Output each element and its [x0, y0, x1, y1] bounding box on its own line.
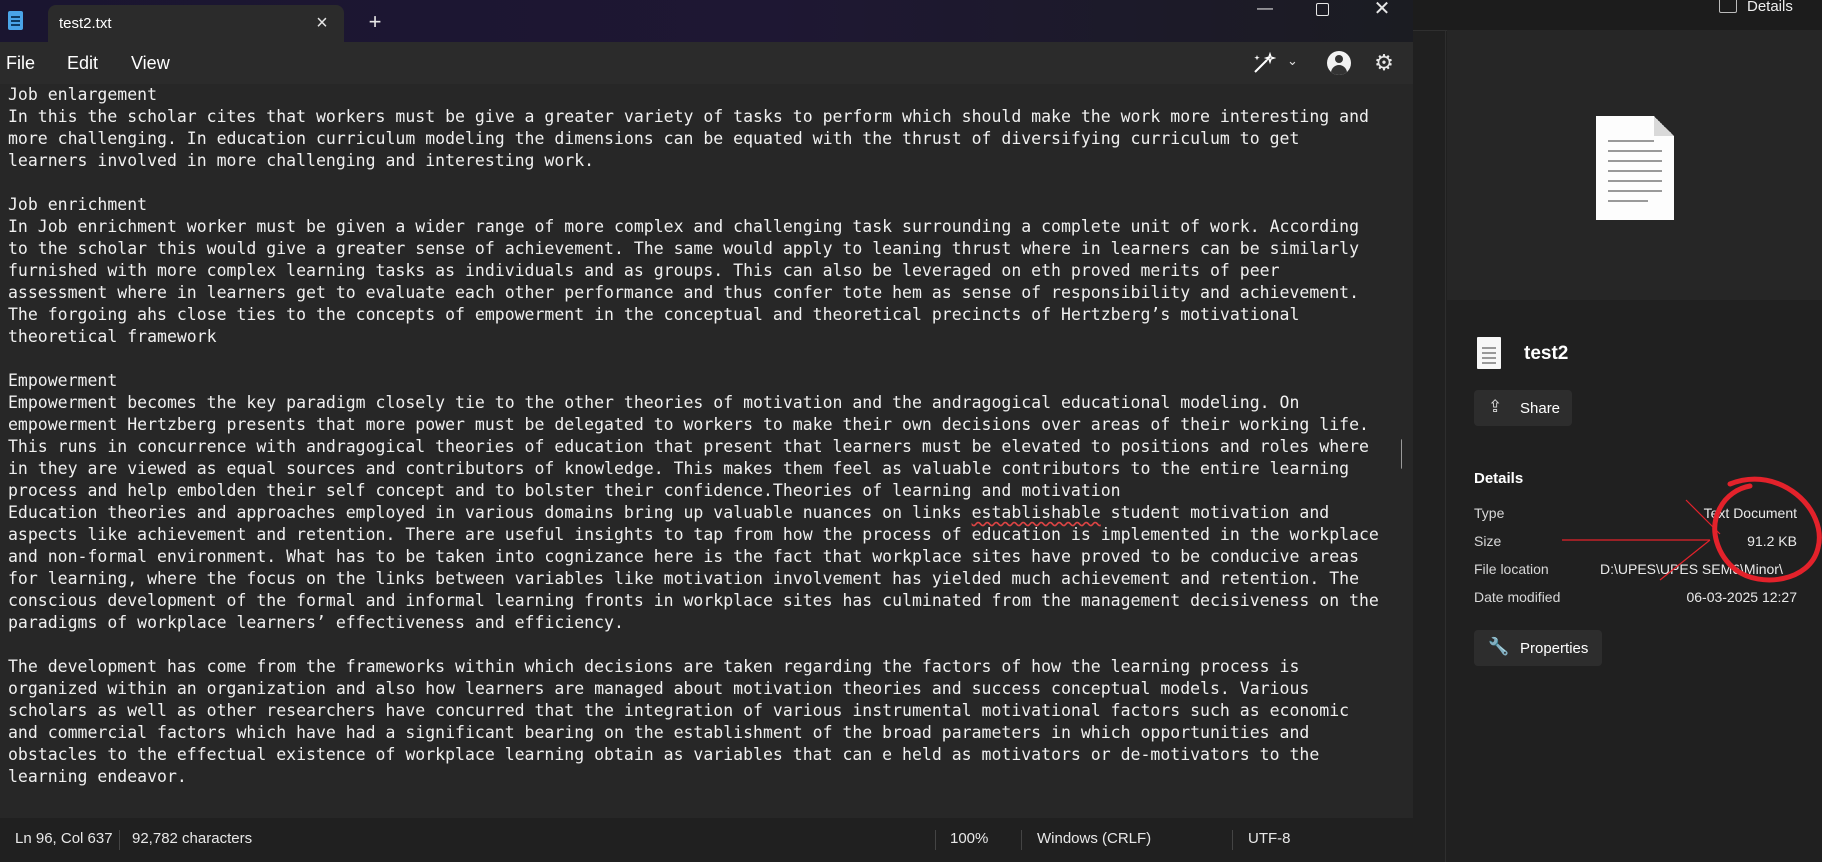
editor-line: paradigms of workplace learners’ effecti… — [8, 613, 624, 632]
type-value: Text Document — [1703, 505, 1797, 521]
minimize-button[interactable]: — — [1237, 0, 1293, 20]
tab-test2[interactable]: test2.txt × — [48, 5, 344, 42]
maximize-button[interactable] — [1294, 0, 1350, 20]
encoding[interactable]: UTF-8 — [1248, 830, 1291, 847]
title-bar: test2.txt × + — ✕ — [0, 0, 1413, 42]
file-location-label: File location — [1474, 561, 1549, 577]
editor-line: learning endeavor. — [8, 767, 187, 786]
menu-view[interactable]: View — [131, 53, 170, 74]
status-separator — [1232, 830, 1233, 850]
editor-line: Job enlargement — [8, 85, 158, 104]
spellcheck-flagged-word[interactable]: establishable — [972, 503, 1101, 522]
date-modified-label: Date modified — [1474, 589, 1561, 605]
editor-line: Job enrichment — [8, 195, 148, 214]
editor-line: to the scholar this would give a greater… — [8, 239, 1360, 258]
properties-label: Properties — [1520, 640, 1589, 657]
scrollbar-thumb[interactable] — [1401, 439, 1402, 469]
status-separator — [119, 830, 120, 850]
tab-close-icon[interactable]: × — [310, 11, 334, 35]
share-icon: ⇪ — [1488, 397, 1503, 416]
doc-line — [1608, 180, 1662, 182]
file-location-value[interactable]: D:\UPES\UPES SEM6\Minor\ — [1600, 561, 1800, 577]
editor-line: aspects like achievement and retention. … — [8, 525, 1379, 544]
editor-line: process and help embolden their self con… — [8, 481, 1121, 500]
file-name: test2 — [1524, 343, 1569, 364]
editor-line: In this the scholar cites that workers m… — [8, 107, 1369, 126]
doc-line — [1608, 200, 1648, 202]
editor-line: This runs in concurrence with andragogic… — [8, 437, 1369, 456]
editor-content: Job enlargement In this the scholar cite… — [0, 84, 1402, 788]
editor-line: learners involved in more challenging an… — [8, 151, 595, 170]
gear-icon[interactable]: ⚙ — [1371, 50, 1397, 76]
editor-line: obstacles to the effectual existence of … — [8, 745, 1320, 764]
pane-divider — [1445, 30, 1446, 862]
menu-bar: File Edit View ⌄ ⚙ — [0, 42, 1413, 84]
editor-line: for learning, where the focus on the lin… — [8, 569, 1360, 588]
editor-line: more challenging. In education curriculu… — [8, 129, 1300, 148]
share-button[interactable]: ⇪ Share — [1474, 390, 1572, 426]
properties-button[interactable]: 🔧 Properties — [1474, 630, 1602, 666]
account-icon[interactable] — [1327, 51, 1351, 75]
doc-line — [1608, 150, 1662, 152]
text-file-icon — [1477, 337, 1501, 369]
copilot-rewrite-icon[interactable] — [1252, 51, 1278, 75]
text-editor[interactable]: Job enlargement In this the scholar cite… — [0, 84, 1402, 814]
editor-line: organized within an organization and als… — [8, 679, 1310, 698]
editor-line: scholars as well as other researchers ha… — [8, 701, 1350, 720]
editor-line: theoretical framework — [8, 327, 217, 346]
character-count: 92,782 characters — [132, 830, 253, 847]
notepad-app-icon — [8, 11, 23, 30]
status-separator — [1021, 830, 1022, 850]
editor-line: assessment where in learners get to eval… — [8, 283, 1360, 302]
editor-line: conscious development of the formal and … — [8, 591, 1379, 610]
doc-line — [1608, 170, 1662, 172]
editor-line: and commercial factors which have had a … — [8, 723, 1310, 742]
details-pane-icon[interactable] — [1719, 0, 1737, 13]
details-heading: Details — [1474, 470, 1524, 487]
chevron-down-icon[interactable]: ⌄ — [1287, 53, 1298, 69]
status-separator — [935, 830, 936, 850]
tab-title: test2.txt — [59, 15, 112, 32]
zoom-level[interactable]: 100% — [950, 830, 988, 847]
document-preview-icon — [1596, 116, 1674, 220]
new-tab-button[interactable]: + — [363, 10, 387, 34]
date-modified-value: 06-03-2025 12:27 — [1686, 589, 1797, 605]
editor-line: Education theories and approaches employ… — [8, 503, 1330, 522]
editor-line: empowerment Hertzberg presents that more… — [8, 415, 1369, 434]
editor-line: and non-formal environment. What has to … — [8, 547, 1360, 566]
line-ending[interactable]: Windows (CRLF) — [1037, 830, 1151, 847]
status-bar: Ln 96, Col 637 92,782 characters 100% Wi… — [0, 818, 1413, 862]
maximize-icon — [1315, 3, 1329, 16]
size-value: 91.2 KB — [1747, 533, 1797, 549]
doc-line — [1608, 140, 1654, 142]
editor-line: Empowerment — [8, 371, 118, 390]
type-label: Type — [1474, 505, 1505, 521]
editor-line: In Job enrichment worker must be given a… — [8, 217, 1360, 236]
share-label: Share — [1520, 400, 1561, 417]
editor-line: The development has come from the framew… — [8, 657, 1300, 676]
wrench-icon: 🔧 — [1488, 637, 1510, 656]
close-button[interactable]: ✕ — [1354, 0, 1410, 20]
doc-line — [1608, 190, 1662, 192]
notepad-window: test2.txt × + — ✕ File Edit View ⌄ ⚙ Job… — [0, 0, 1413, 862]
editor-line: in they are viewed as equal sources and … — [8, 459, 1350, 478]
menu-edit[interactable]: Edit — [67, 53, 98, 74]
editor-line: furnished with more complex learning tas… — [8, 261, 1280, 280]
doc-line — [1608, 160, 1662, 162]
editor-line: Empowerment becomes the key paradigm clo… — [8, 393, 1300, 412]
menu-file[interactable]: File — [6, 53, 35, 74]
size-label: Size — [1474, 533, 1502, 549]
cursor-position: Ln 96, Col 637 — [15, 830, 113, 847]
editor-line: The forgoing ahs close ties to the conce… — [8, 305, 1300, 324]
details-toggle-button[interactable]: Details — [1747, 0, 1793, 15]
